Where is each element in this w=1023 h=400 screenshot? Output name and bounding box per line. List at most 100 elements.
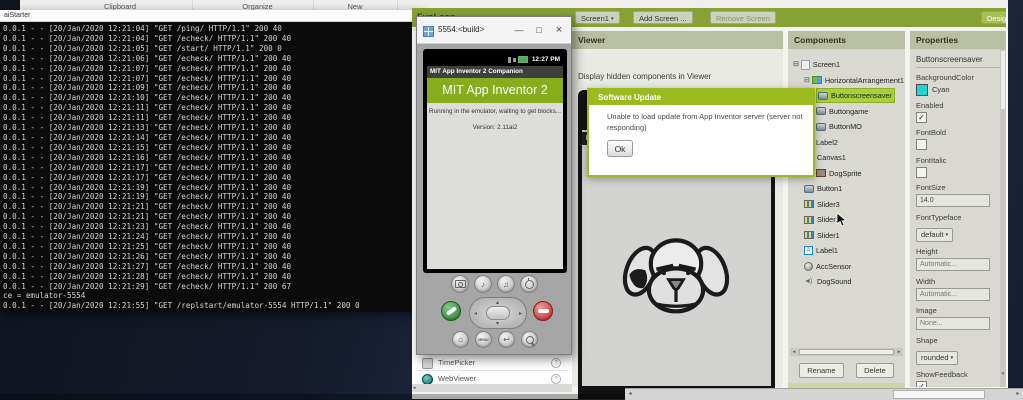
image-input[interactable]: None...: [916, 317, 990, 330]
terminal-log-line: 0.0.1 - - [20/Jan/2020 12:21:07] "GET /e…: [3, 64, 417, 74]
signal-icon: [508, 57, 511, 63]
backgroundcolor-value[interactable]: Cyan: [916, 84, 1006, 95]
dpad-center-button[interactable]: [486, 306, 510, 320]
label-icon: A: [804, 246, 813, 255]
tree-item-slider1[interactable]: Slider1: [788, 228, 905, 244]
tree-item-button1[interactable]: Button1: [788, 181, 905, 197]
height-input[interactable]: Automatic...: [916, 258, 990, 271]
minimize-icon[interactable]: —: [511, 17, 527, 43]
dpad[interactable]: ◂ ▴ ▸ ▾: [469, 297, 527, 329]
showfeedback-label: ShowFeedback: [916, 370, 1006, 379]
fontsize-input[interactable]: 14.0: [916, 194, 990, 207]
android-app-icon: [423, 26, 434, 37]
tree-item-dogsound[interactable]: DogSound: [788, 274, 905, 290]
display-hidden-components-label[interactable]: Display hidden components in Viewer: [578, 72, 711, 81]
showfeedback-checkbox[interactable]: ✓: [916, 381, 927, 387]
dialog-message: Unable to load update from App Inventor …: [607, 112, 803, 133]
screen-select-button[interactable]: Screen1 ▾: [575, 11, 620, 24]
hangup-icon: [538, 309, 549, 313]
scroll-down-icon[interactable]: ▾: [1000, 371, 1006, 377]
dpad-up-icon[interactable]: ▴: [496, 299, 499, 306]
tree-item-accsensor[interactable]: AccSensor: [788, 259, 905, 275]
scroll-left-icon[interactable]: ◂: [625, 389, 635, 400]
width-label: Width: [916, 277, 1006, 286]
fonttypeface-dropdown[interactable]: default ▾: [916, 228, 953, 242]
palette-horizontal-scrollbar[interactable]: ◂: [412, 384, 572, 392]
scroll-left-icon[interactable]: ◂: [413, 384, 416, 392]
emulator-status-bar: 12:27 PM: [427, 53, 563, 66]
palette-item-timepicker[interactable]: TimePicker ?: [412, 356, 572, 370]
scrollbar-thumb[interactable]: [1001, 51, 1005, 109]
volume-up-button[interactable]: ♫: [497, 275, 515, 293]
home-button[interactable]: ⌂: [452, 331, 469, 348]
tree-item-screen1[interactable]: ⊟Screen1: [788, 57, 905, 73]
scroll-left-icon[interactable]: ◂: [790, 348, 798, 356]
enabled-checkbox[interactable]: ✓: [916, 112, 927, 123]
back-button[interactable]: ↩: [498, 331, 515, 348]
collapse-icon[interactable]: ⊟: [804, 73, 810, 89]
camera-button[interactable]: [451, 275, 469, 293]
power-button[interactable]: [520, 275, 538, 293]
designer-button[interactable]: Designer: [981, 11, 1008, 24]
scrollbar-thumb[interactable]: [799, 349, 894, 355]
scroll-right-icon[interactable]: ▸: [895, 348, 903, 356]
fontitalic-label: FontItalic: [916, 156, 1006, 165]
collapse-icon[interactable]: ⊟: [793, 57, 799, 73]
dpad-left-icon[interactable]: ◂: [474, 310, 477, 317]
dpad-right-icon[interactable]: ▸: [519, 310, 522, 317]
components-horizontal-scrollbar[interactable]: ◂ ▸: [790, 348, 903, 356]
height-label: Height: [916, 247, 1006, 256]
terminal-log-line: 0.0.1 - - [20/Jan/2020 12:21:21] "GET /e…: [3, 212, 417, 222]
tree-item-slider3[interactable]: Slider3: [788, 197, 905, 213]
volume-up-icon: ♫: [503, 280, 509, 289]
shape-dropdown[interactable]: rounded ▾: [916, 351, 958, 365]
emulator-window-title: 5554:<build>: [438, 17, 484, 43]
call-icon: [445, 306, 456, 316]
chevron-down-icon: ▾: [951, 355, 954, 361]
remove-screen-button[interactable]: Remove Screen: [710, 11, 776, 24]
fontbold-checkbox[interactable]: [916, 139, 927, 150]
terminal-log-line: 0.0.1 - - [20/Jan/2020 12:21:04] "GET /p…: [3, 24, 417, 34]
sensor-icon: [804, 262, 813, 271]
help-icon[interactable]: ?: [551, 374, 561, 384]
button-icon: [818, 92, 828, 100]
dialog-ok-button[interactable]: Ok: [607, 140, 633, 157]
scrollbar-thumb[interactable]: [893, 390, 985, 399]
button-icon: [804, 185, 814, 193]
scroll-right-icon[interactable]: ▸: [1013, 389, 1023, 400]
search-button[interactable]: [521, 331, 538, 348]
dpad-down-icon[interactable]: ▾: [496, 320, 499, 327]
desktop: Clipboard Organize New aiStarter 0.0.1 -…: [0, 0, 1023, 400]
sound-icon: [804, 277, 814, 286]
volume-down-button[interactable]: ♪: [474, 275, 492, 293]
rename-button[interactable]: Rename: [799, 363, 843, 378]
delete-button[interactable]: Delete: [856, 363, 894, 378]
menu-button[interactable]: MENU: [475, 331, 492, 348]
maximize-icon[interactable]: □: [531, 17, 547, 43]
properties-scrollbar[interactable]: ▾: [1000, 49, 1006, 387]
browser-horizontal-scrollbar[interactable]: ◂ ▸: [625, 388, 1023, 400]
tree-item-horizontalarrangement1[interactable]: ⊟HorizontalArrangement1: [788, 73, 905, 89]
emulator-screen[interactable]: 12:27 PM MIT App Inventor 2 Companion MI…: [427, 53, 563, 269]
chevron-down-icon: ▾: [946, 232, 949, 238]
camera-icon: [455, 280, 466, 288]
enabled-label: Enabled: [916, 101, 1006, 110]
dog-canvas-image[interactable]: [620, 222, 732, 326]
width-input[interactable]: Automatic...: [916, 288, 990, 301]
close-icon[interactable]: ×: [551, 17, 567, 43]
companion-version: Version: 2.11ai2: [427, 124, 563, 131]
viewer-header: Viewer: [572, 31, 783, 49]
taskbar-edge: [0, 394, 625, 400]
emulator-titlebar[interactable]: 5554:<build> — □ ×: [417, 17, 571, 44]
fontitalic-checkbox[interactable]: [916, 167, 927, 178]
volume-down-icon: ♪: [481, 280, 485, 289]
hangup-button[interactable]: [533, 301, 553, 321]
add-screen-button[interactable]: Add Screen ...: [633, 11, 693, 24]
color-swatch-cyan[interactable]: [916, 84, 928, 96]
companion-body: Running in the emulator, waiting to get …: [427, 103, 563, 269]
fontbold-label: FontBold: [916, 128, 1006, 137]
tree-item-label1[interactable]: ALabel1: [788, 243, 905, 259]
call-button[interactable]: [441, 301, 461, 321]
help-icon[interactable]: ?: [551, 358, 561, 368]
terminal-log-line: 0.0.1 - - [20/Jan/2020 12:21:11] "GET /e…: [3, 103, 417, 113]
